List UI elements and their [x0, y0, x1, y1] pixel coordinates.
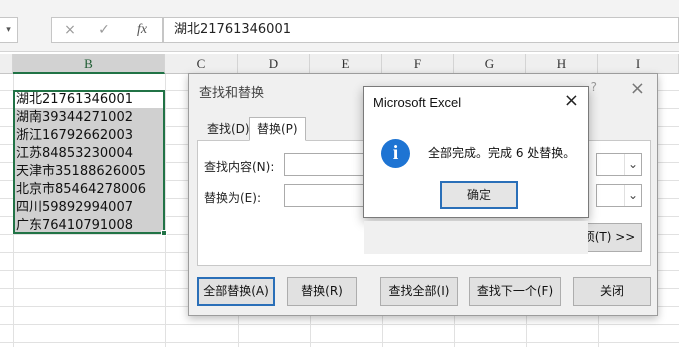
- cell-b[interactable]: 四川59892994007: [16, 199, 133, 217]
- close-icon[interactable]: ×: [630, 78, 645, 99]
- find-all-button[interactable]: 查找全部(I): [380, 277, 458, 306]
- find-what-input[interactable]: [284, 153, 364, 176]
- replace-with-label: 替换为(E):: [204, 191, 261, 205]
- column-header-b[interactable]: B: [13, 54, 165, 74]
- column-header-e[interactable]: E: [310, 54, 382, 74]
- row-line: [0, 342, 679, 343]
- formula-bar: ▾ × ✓ fx 湖北21761346001: [0, 0, 679, 52]
- chevron-down-icon[interactable]: ⌄: [624, 185, 641, 206]
- column-header-d[interactable]: D: [238, 54, 310, 74]
- find-what-dropdown[interactable]: ⌄: [596, 153, 642, 176]
- cell-b[interactable]: 湖南39344271002: [16, 109, 133, 127]
- column-header-h[interactable]: H: [526, 54, 598, 74]
- replace-with-dropdown[interactable]: ⌄: [596, 184, 642, 207]
- column-header-c[interactable]: C: [165, 54, 238, 74]
- info-icon: i: [381, 139, 410, 168]
- tab-replace[interactable]: 替换(P): [249, 117, 306, 141]
- chevron-down-icon[interactable]: ⌄: [624, 154, 641, 175]
- help-icon[interactable]: ?: [591, 80, 597, 94]
- fill-handle[interactable]: [161, 230, 167, 236]
- message-text: 全部完成。完成 6 处替换。: [428, 146, 576, 160]
- cell-b[interactable]: 广东76410791008: [16, 217, 133, 235]
- column-header-f[interactable]: F: [382, 54, 454, 74]
- column-line: [165, 74, 166, 347]
- replace-with-input[interactable]: [284, 184, 364, 207]
- row-header-corner[interactable]: [0, 54, 13, 74]
- message-box: Microsoft Excel × i 全部完成。完成 6 处替换。 确定: [363, 86, 589, 254]
- formula-input[interactable]: 湖北21761346001: [163, 17, 679, 43]
- close-icon[interactable]: ×: [564, 90, 579, 111]
- formula-buttons: × ✓ fx: [51, 17, 163, 43]
- close-button[interactable]: 关闭: [573, 277, 651, 306]
- cell-b[interactable]: 天津市35188626005: [16, 163, 146, 181]
- fx-icon[interactable]: fx: [132, 22, 152, 38]
- cell-b[interactable]: 湖北21761346001: [16, 91, 133, 109]
- cell-b[interactable]: 浙江16792662003: [16, 127, 133, 145]
- find-what-label: 查找内容(N):: [204, 160, 275, 174]
- find-next-button[interactable]: 查找下一个(F): [469, 277, 561, 306]
- ok-button[interactable]: 确定: [440, 181, 518, 209]
- column-header-i[interactable]: I: [598, 54, 679, 74]
- cancel-icon[interactable]: ×: [60, 22, 80, 38]
- column-header-g[interactable]: G: [454, 54, 526, 74]
- replace-button[interactable]: 替换(R): [287, 277, 357, 306]
- confirm-icon[interactable]: ✓: [94, 22, 114, 38]
- cell-b[interactable]: 北京市85464278006: [16, 181, 146, 199]
- cell-b[interactable]: 江苏84853230004: [16, 145, 133, 163]
- dialog-title: 查找和替换: [199, 86, 265, 101]
- message-box-title: Microsoft Excel: [373, 95, 462, 110]
- replace-all-button[interactable]: 全部替换(A): [197, 277, 275, 306]
- name-box-dropdown[interactable]: ▾: [0, 17, 18, 43]
- row-line: [0, 324, 679, 325]
- message-footer: [364, 221, 588, 254]
